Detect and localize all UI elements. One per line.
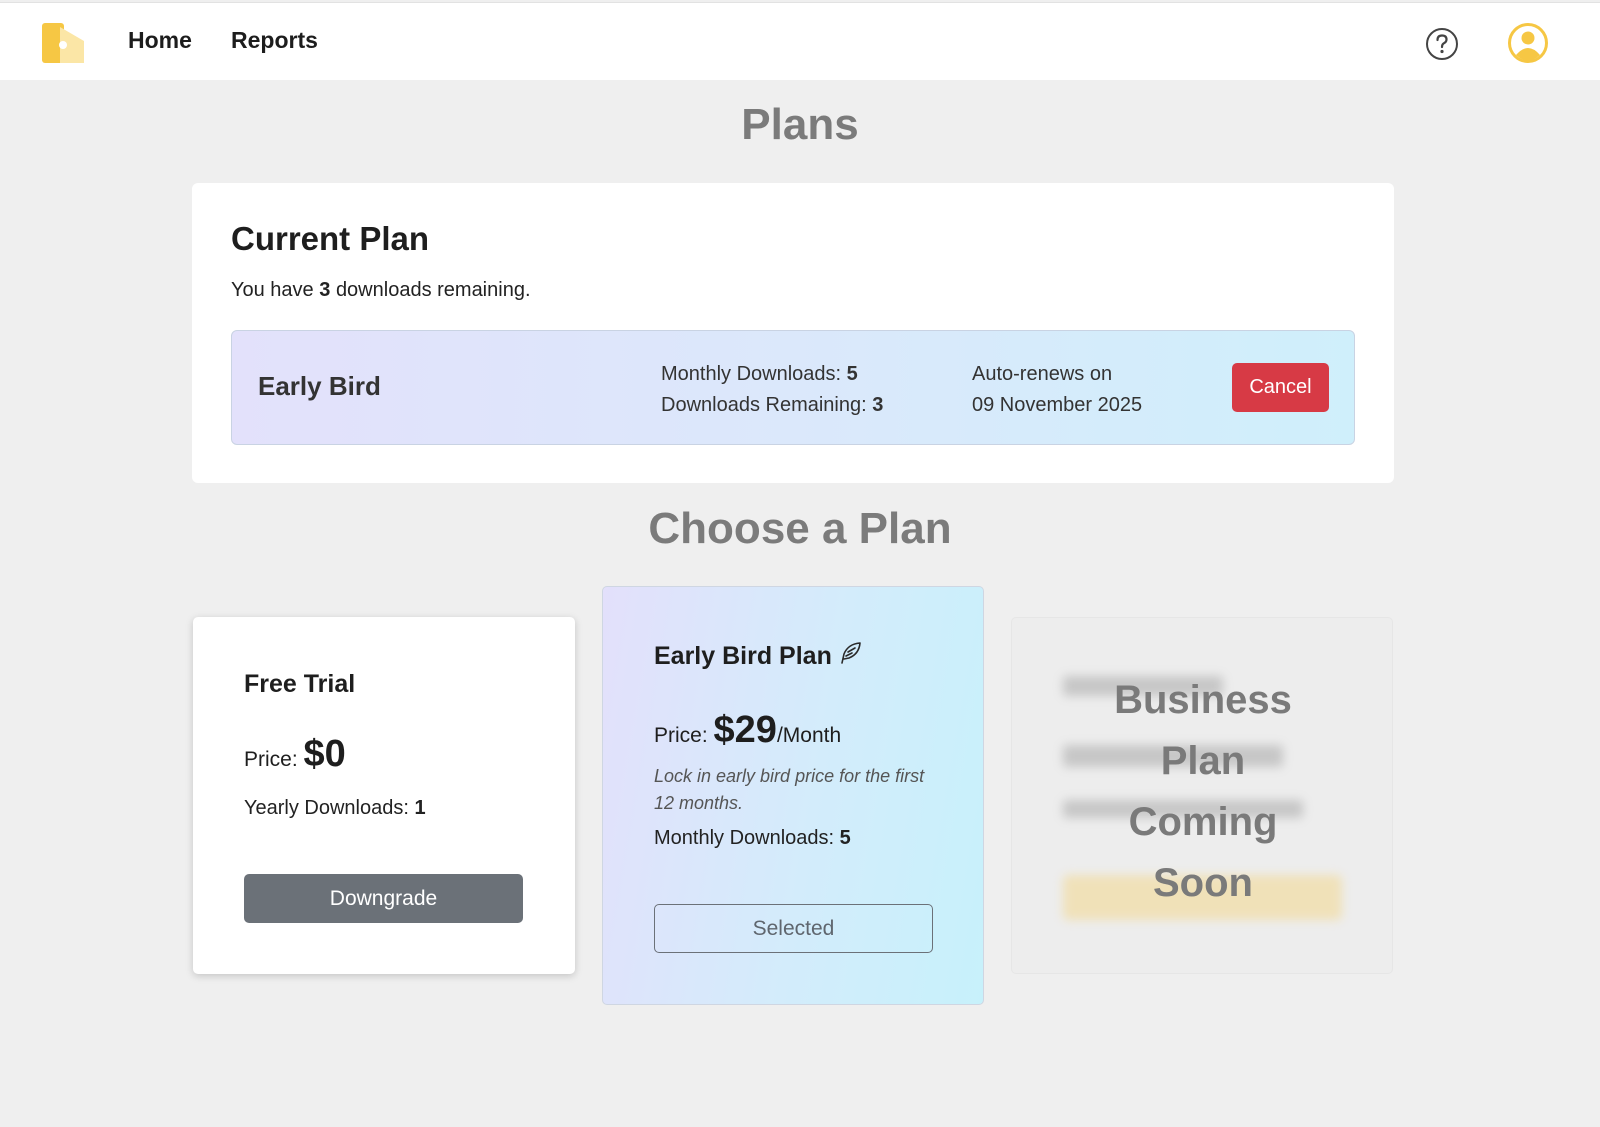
coming-soon-overlay: Business Plan Coming Soon [1012,670,1392,914]
downloads-value: 1 [414,797,426,819]
monthly-downloads-label: Monthly Downloads: [661,363,842,385]
downgrade-button[interactable]: Downgrade [244,874,523,923]
current-plan-stats: Monthly Downloads: 5 Downloads Remaining… [661,359,883,421]
current-plan-name: Early Bird [258,371,381,401]
monthly-downloads-value: 5 [846,363,858,385]
price-amount: $29 [713,709,777,751]
plan-title-text: Early Bird Plan [654,642,832,670]
coming-soon-line: Soon [1153,861,1253,905]
plan-card-free-trial: Free Trial Price: $0 Yearly Downloads: 1… [193,617,575,974]
plan-price: Price: $29/Month [654,709,841,752]
renew-date: 09 November 2025 [972,394,1143,416]
current-plan-strip: Early Bird Monthly Downloads: 5 Download… [231,330,1355,445]
plan-title: Free Trial [244,670,356,698]
current-plan-panel: Current Plan You have 3 downloads remain… [192,183,1394,483]
downloads-remaining-label: Downloads Remaining: [661,394,867,416]
logo-icon[interactable] [40,21,86,65]
downloads-remaining-text: You have 3 downloads remaining. [231,279,531,302]
plan-card-early-bird: Early Bird Plan Price: $29/Month Lock in… [602,586,984,1005]
plan-note: Lock in early bird price for the first 1… [654,766,925,813]
current-plan-heading: Current Plan [231,220,430,257]
downloads-value: 5 [839,827,851,849]
plan-card-business: Business Plan Coming Soon [1011,617,1393,974]
renew-label: Auto-renews on [972,363,1113,385]
help-icon[interactable] [1425,27,1459,61]
plan-downloads: Monthly Downloads: 5 [654,827,851,850]
coming-soon-line: Coming [1128,800,1278,844]
plan-downloads: Yearly Downloads: 1 [244,797,426,820]
price-unit: /Month [776,724,842,747]
selected-button[interactable]: Selected [654,904,933,953]
renewal-info: Auto-renews on 09 November 2025 [972,359,1142,421]
price-amount: $0 [303,733,346,775]
top-navbar: Home Reports [0,2,1600,80]
cancel-button[interactable]: Cancel [1232,363,1329,412]
user-avatar-icon[interactable] [1508,23,1548,63]
plan-price: Price: $0 [244,733,346,776]
remaining-suffix: downloads remaining. [335,279,531,301]
downloads-label: Yearly Downloads: [244,797,409,819]
remaining-count: 3 [319,279,331,301]
nav-home-link[interactable]: Home [128,27,192,54]
price-label: Price: [654,724,708,747]
price-label: Price: [244,748,298,771]
coming-soon-line: Business [1114,678,1292,722]
page-title: Plans [741,100,859,149]
choose-plan-title: Choose a Plan [648,504,952,553]
coming-soon-line: Plan [1160,739,1246,783]
downloads-label: Monthly Downloads: [654,827,835,849]
plan-title: Early Bird Plan [654,640,864,673]
feather-icon [838,640,864,673]
downloads-remaining-value: 3 [872,394,884,416]
nav-reports-link[interactable]: Reports [231,27,318,54]
remaining-prefix: You have [231,279,314,301]
